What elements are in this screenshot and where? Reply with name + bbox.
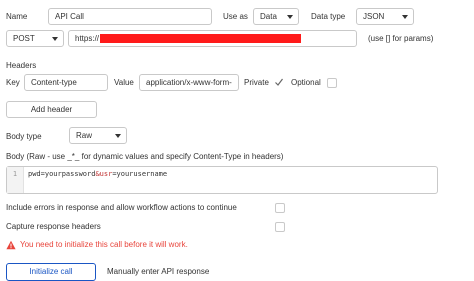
warning-text: You need to initialize this call before …: [20, 240, 188, 249]
url-redaction: [100, 34, 301, 43]
url-prefix: https://: [75, 34, 100, 43]
manual-response-link[interactable]: Manually enter API response: [107, 266, 209, 278]
method-dropdown[interactable]: POST: [6, 30, 64, 47]
data-type-label: Data type: [311, 12, 346, 21]
header-key-input[interactable]: Content-type: [24, 74, 108, 91]
capture-headers-label: Capture response headers: [6, 222, 101, 231]
value-label: Value: [114, 78, 134, 87]
params-hint: (use [] for params): [368, 34, 434, 43]
code-key: usr: [99, 170, 113, 178]
url-input[interactable]: https://: [68, 30, 357, 47]
data-type-dropdown[interactable]: JSON: [356, 8, 414, 25]
use-as-value: Data: [260, 12, 277, 21]
line-number: 1: [7, 167, 24, 193]
chevron-down-icon: [115, 134, 121, 138]
body-code: pwd=yourpassword&usr=yourusername: [28, 167, 167, 181]
optional-label: Optional: [291, 78, 321, 87]
chevron-down-icon: [287, 15, 293, 19]
body-type-dropdown[interactable]: Raw: [69, 127, 127, 144]
chevron-down-icon: [402, 15, 408, 19]
headers-title: Headers: [6, 61, 37, 70]
include-errors-label: Include errors in response and allow wor…: [6, 203, 237, 212]
private-label: Private: [244, 78, 269, 87]
use-as-label: Use as: [223, 12, 248, 21]
private-checkbox[interactable]: [274, 77, 284, 87]
data-type-value: JSON: [363, 12, 385, 21]
check-icon: [275, 78, 283, 86]
code-text: pwd=yourpassword: [28, 170, 96, 178]
optional-checkbox[interactable]: [327, 78, 337, 88]
use-as-dropdown[interactable]: Data: [253, 8, 299, 25]
name-label: Name: [6, 12, 28, 21]
warning-icon: [6, 240, 16, 250]
initialize-call-button[interactable]: Initialize call: [6, 263, 96, 281]
method-value: POST: [13, 34, 35, 43]
body-editor[interactable]: 1 pwd=yourpassword&usr=yourusername: [6, 166, 438, 194]
code-text: =yourusername: [112, 170, 168, 178]
add-header-button[interactable]: Add header: [6, 101, 97, 118]
body-type-value: Raw: [76, 131, 93, 140]
name-input[interactable]: API Call: [48, 8, 212, 25]
chevron-down-icon: [52, 37, 58, 41]
header-value-input[interactable]: application/x-www-form-: [139, 74, 239, 91]
body-raw-label: Body (Raw - use _*_ for dynamic values a…: [6, 152, 284, 161]
body-type-label: Body type: [6, 132, 42, 141]
include-errors-checkbox[interactable]: [275, 203, 285, 213]
key-label: Key: [6, 78, 20, 87]
capture-headers-checkbox[interactable]: [275, 222, 285, 232]
